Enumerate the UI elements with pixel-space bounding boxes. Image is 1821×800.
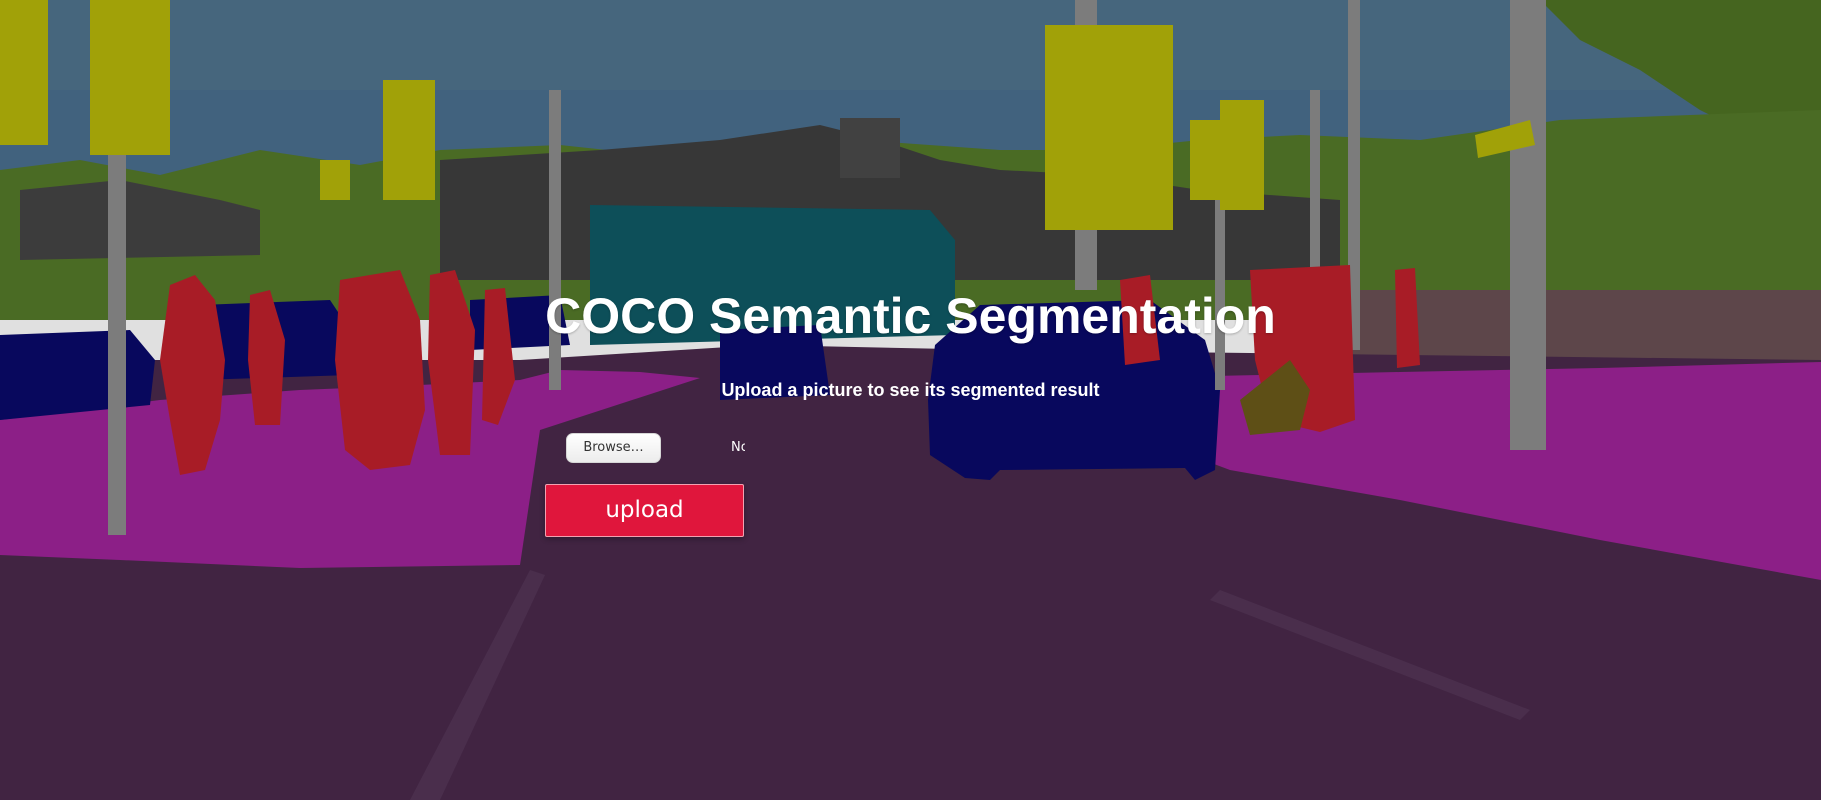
upload-page: COCO Semantic Segmentation Upload a pict… — [0, 0, 1821, 800]
file-status-text: No file selected. — [731, 440, 745, 455]
browse-button[interactable]: Browse… — [566, 433, 661, 463]
page-title: COCO Semantic Segmentation — [545, 288, 1276, 344]
upload-button[interactable]: upload — [545, 484, 744, 537]
file-input[interactable]: Browse… No file selected. — [545, 433, 745, 463]
page-subtitle: Upload a picture to see its segmented re… — [721, 380, 1100, 400]
